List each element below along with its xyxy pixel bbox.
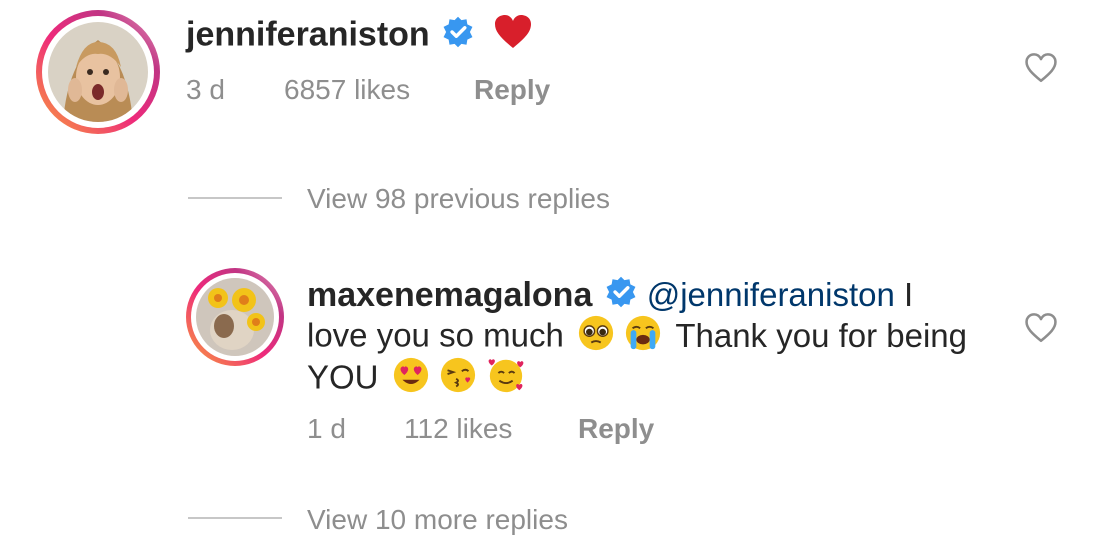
comment-text-fragment: love you so much — [307, 316, 564, 354]
kissing-face-emoji-icon — [439, 356, 477, 404]
verified-badge-icon — [604, 275, 638, 319]
verified-badge-icon — [441, 15, 475, 58]
comment-text-fragment: YOU — [307, 358, 379, 396]
comment-time: 1 d — [307, 413, 346, 444]
comment-likes[interactable]: 6857 likes — [284, 74, 410, 106]
reply-button[interactable]: Reply — [474, 74, 550, 106]
avatar — [196, 278, 274, 356]
comment-text-fragment: I — [904, 276, 914, 313]
reply-button[interactable]: Reply — [578, 413, 654, 445]
pleading-face-emoji-icon — [577, 314, 615, 362]
avatar — [48, 22, 148, 122]
comment-username[interactable]: maxenemagalona — [307, 276, 592, 314]
comment-line-1: maxenemagalona @jenniferaniston I — [307, 274, 913, 319]
avatar-ring-jenniferaniston[interactable] — [36, 10, 160, 134]
mention-link[interactable]: @jenniferaniston — [647, 276, 895, 313]
comment-line-2: love you so much Thank you for being — [307, 314, 967, 362]
comment-line-3: YOU — [307, 356, 526, 404]
view-more-replies[interactable]: View 10 more replies — [307, 504, 568, 536]
smiling-face-with-hearts-emoji-icon — [486, 356, 526, 404]
heart-eyes-emoji-icon — [392, 356, 430, 404]
comment-text-fragment: Thank you for being — [675, 316, 968, 354]
heart-emoji-icon — [493, 14, 533, 59]
like-heart-icon[interactable] — [1024, 312, 1058, 349]
like-heart-icon[interactable] — [1024, 52, 1058, 89]
divider — [188, 517, 282, 519]
avatar-ring-maxenemagalona[interactable] — [186, 268, 284, 366]
comment-time: 3 d — [186, 74, 225, 105]
comment-likes[interactable]: 112 likes — [404, 413, 512, 445]
view-previous-replies[interactable]: View 98 previous replies — [307, 183, 610, 215]
comment-username[interactable]: jenniferaniston — [186, 14, 533, 59]
crying-face-emoji-icon — [624, 314, 662, 362]
divider — [188, 197, 282, 199]
